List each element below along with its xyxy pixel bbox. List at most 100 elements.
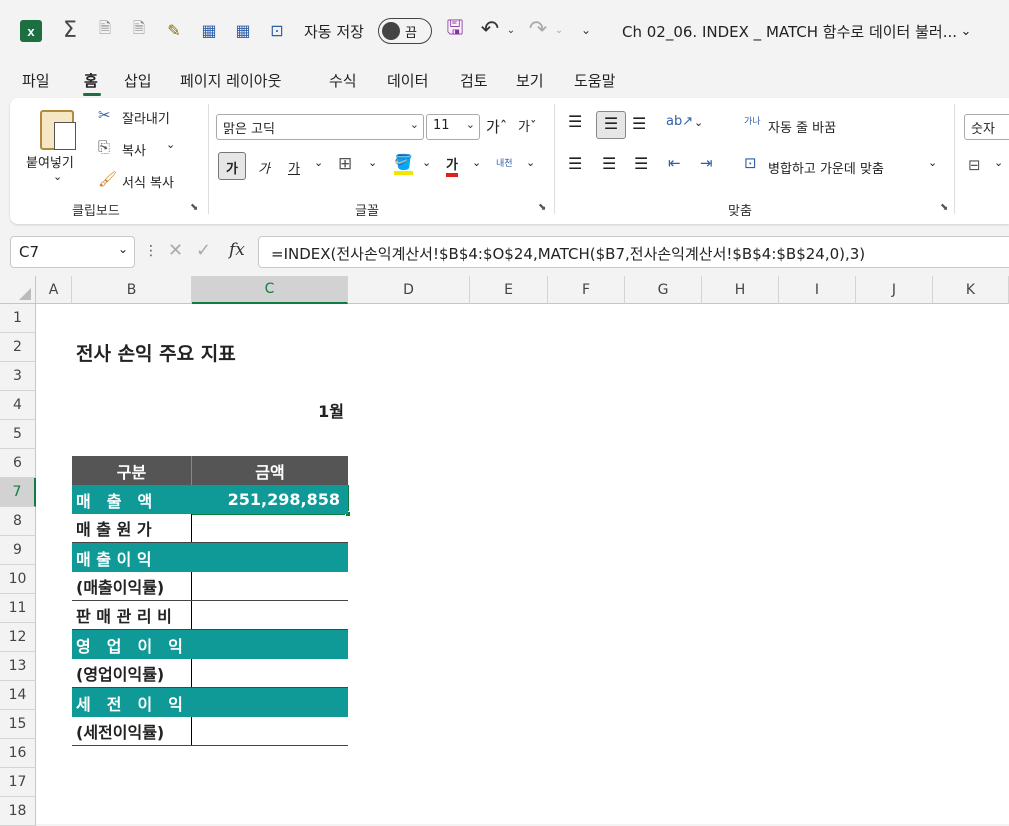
row-header-6[interactable]: 6 [0,449,36,478]
align-middle-icon[interactable]: ☰ [596,111,626,139]
table-header-amount[interactable]: 금액 [192,456,348,485]
table-row-label[interactable]: 판 매 관 리 비 [72,601,192,630]
row-header-15[interactable]: 15 [0,710,36,739]
font-color-icon[interactable]: 가 [446,154,458,177]
table-row-label[interactable]: (매출이익률) [72,572,192,601]
column-header-j[interactable]: J [856,276,933,304]
tab-review[interactable]: 검토 [460,70,488,91]
paste-label[interactable]: 붙여넣기 [26,152,74,171]
column-header-k[interactable]: K [933,276,1009,304]
redo-dropdown-icon[interactable]: ⌄ [553,20,565,40]
align-bottom-icon[interactable]: ☰ [632,114,646,133]
enter-icon[interactable]: ✓ [196,240,211,261]
merge-icon[interactable]: ⊡ [266,18,288,42]
row-header-17[interactable]: 17 [0,768,36,797]
table-header-category[interactable]: 구분 [72,456,192,485]
row-header-9[interactable]: 9 [0,536,36,565]
table-row-amount[interactable] [192,659,348,688]
table-row-label[interactable]: (세전이익률) [72,717,192,746]
font-size-select[interactable]: 11 ⌄ [426,114,480,140]
copy-label[interactable]: 복사 [122,140,146,159]
table-row-amount[interactable] [192,630,348,659]
increase-indent-icon[interactable]: ⇥ [700,154,713,172]
align-left-icon[interactable]: ☰ [568,154,582,173]
cancel-icon[interactable]: ✕ [168,240,183,261]
increase-font-icon[interactable]: 가ˆ [486,116,507,137]
row-header-16[interactable]: 16 [0,739,36,768]
name-box[interactable]: C7 ⌄ [10,236,135,268]
column-header-b[interactable]: B [72,276,192,304]
autosum-icon[interactable]: Σ [58,18,82,43]
column-header-i[interactable]: I [779,276,856,304]
grid-layout-icon[interactable]: ▦ [198,18,220,42]
column-header-g[interactable]: G [625,276,702,304]
table-icon[interactable]: ▦ [232,18,254,42]
tab-help[interactable]: 도움말 [574,70,615,91]
borders-icon[interactable]: ⊞ [338,154,352,174]
table-row-label[interactable]: 매 출 이 익 [72,543,192,572]
row-header-13[interactable]: 13 [0,652,36,681]
merge-dropdown-icon[interactable]: ⌄ [928,156,937,169]
phonetic-icon[interactable]: 내천 [496,156,513,169]
number-format-icon[interactable]: 🗎 [128,18,150,42]
row-header-2[interactable]: 2 [0,333,36,362]
title-dropdown-icon[interactable]: ⌄ [958,20,974,42]
worksheet[interactable]: A B C D E F G H I J K 전사 손익 주요 지표 1월 구분 … [0,276,1009,826]
table-row-amount[interactable] [192,572,348,601]
row-header-8[interactable]: 8 [0,507,36,536]
tab-file[interactable]: 파일 [22,70,50,91]
font-launcher-icon[interactable]: ⬊ [538,202,546,213]
document-title[interactable]: Ch 02_06. INDEX _ MATCH 함수로 데이터 불러... [622,20,957,42]
table-row-amount[interactable] [192,601,348,630]
table-row-label[interactable]: 매 출 액 [72,485,192,514]
copy-icon[interactable]: ⎘ [98,138,110,156]
row-header-14[interactable]: 14 [0,681,36,710]
cut-icon[interactable]: ✂ [98,106,111,124]
format-painter-icon[interactable]: 🖌 [98,170,117,188]
decrease-font-icon[interactable]: 가ˇ [518,116,536,135]
edit-icon[interactable]: ✎ [162,18,186,42]
tab-view[interactable]: 보기 [516,70,544,91]
clipboard-launcher-icon[interactable]: ⬊ [190,202,198,213]
row-header-10[interactable]: 10 [0,565,36,594]
orientation-icon[interactable]: ab↗ [666,114,693,129]
row-header-5[interactable]: 5 [0,420,36,449]
table-row-label[interactable]: 영 업 이 익 [72,630,192,659]
table-row-amount[interactable] [192,543,348,572]
tab-page-layout[interactable]: 페이지 레이아웃 [180,70,281,91]
bold-button[interactable]: 가 [218,152,246,180]
wrap-text-icon[interactable]: 가나 [744,114,761,127]
fill-color-icon[interactable]: 🪣 [394,153,413,175]
table-row-amount[interactable] [192,688,348,717]
tab-data[interactable]: 데이터 [387,70,428,91]
orientation-dropdown-icon[interactable]: ⌄ [694,116,703,129]
table-row-label[interactable]: 세 전 이 익 [72,688,192,717]
tab-insert[interactable]: 삽입 [124,70,152,91]
row-header-12[interactable]: 12 [0,623,36,652]
merge-center-label[interactable]: 병합하고 가운데 맞춤 [768,158,884,177]
align-right-icon[interactable]: ☰ [634,154,648,173]
undo-dropdown-icon[interactable]: ⌄ [505,20,517,40]
font-name-select[interactable]: 맑은 고딕 ⌄ [216,114,424,140]
underline-dropdown-icon[interactable]: ⌄ [314,156,323,169]
row-header-1[interactable]: 1 [0,304,36,333]
copy-dropdown-icon[interactable]: ⌄ [166,138,175,151]
decrease-indent-icon[interactable]: ⇤ [668,154,681,172]
tab-home[interactable]: 홈 [84,70,98,91]
column-header-e[interactable]: E [470,276,548,304]
row-header-4[interactable]: 4 [0,391,36,420]
paste-dropdown-icon[interactable]: ⌄ [53,170,62,183]
table-row-label[interactable]: (영업이익률) [72,659,192,688]
save-icon[interactable]: 🖫 [444,15,466,42]
insert-function-icon[interactable]: fx [229,240,245,260]
redo-icon[interactable]: ↷ [526,16,550,42]
alignment-launcher-icon[interactable]: ⬊ [940,202,948,213]
select-all-corner[interactable] [0,276,36,304]
table-row-label[interactable]: 매 출 원 가 [72,514,192,543]
table-row-amount[interactable] [192,514,348,543]
formula-icon[interactable]: 🗎 [94,18,116,42]
underline-button[interactable]: 가 [288,158,300,177]
align-center-icon[interactable]: ☰ [602,154,616,173]
accounting-dropdown-icon[interactable]: ⌄ [994,156,1003,169]
autosave-toggle[interactable]: 끔 [378,18,432,44]
